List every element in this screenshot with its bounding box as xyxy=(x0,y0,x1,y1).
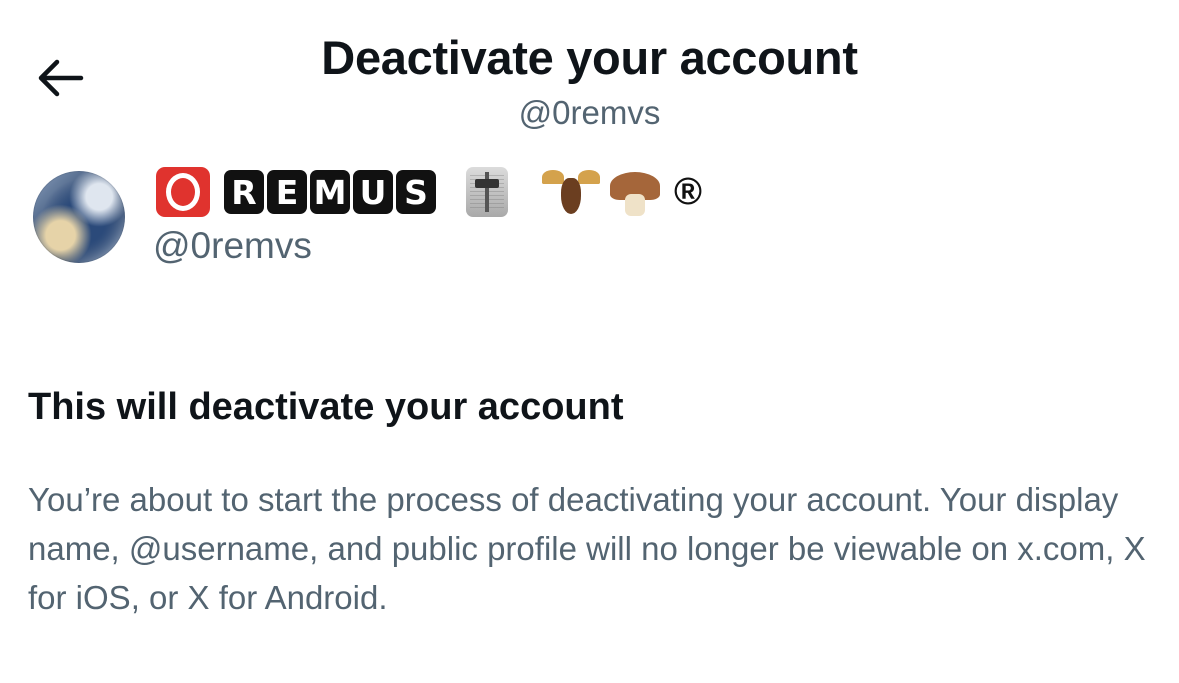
level-slider-emoji xyxy=(466,167,508,217)
page-subtitle-handle: @0remvs xyxy=(518,94,661,131)
mushroom-emoji xyxy=(608,166,664,218)
letter-u: U xyxy=(353,170,393,214)
registered-mark: ® xyxy=(674,171,702,213)
avatar[interactable] xyxy=(33,171,125,263)
o-button-emoji xyxy=(156,167,210,217)
section-heading: This will deactivate your account xyxy=(28,386,624,428)
display-name: R E M U S ® xyxy=(156,166,702,218)
letter-s: S xyxy=(396,170,436,214)
display-name-letters: R E M U S xyxy=(224,170,436,214)
letter-m: M xyxy=(310,170,350,214)
letter-r: R xyxy=(224,170,264,214)
user-handle: @0remvs xyxy=(153,225,312,266)
section-body-text: You’re about to start the process of dea… xyxy=(28,481,1146,616)
deactivate-account-page: Deactivate your account @0remvs R E M U … xyxy=(0,0,1179,683)
page-title: Deactivate your account xyxy=(321,31,858,84)
moose-emoji xyxy=(542,166,600,218)
letter-e: E xyxy=(267,170,307,214)
